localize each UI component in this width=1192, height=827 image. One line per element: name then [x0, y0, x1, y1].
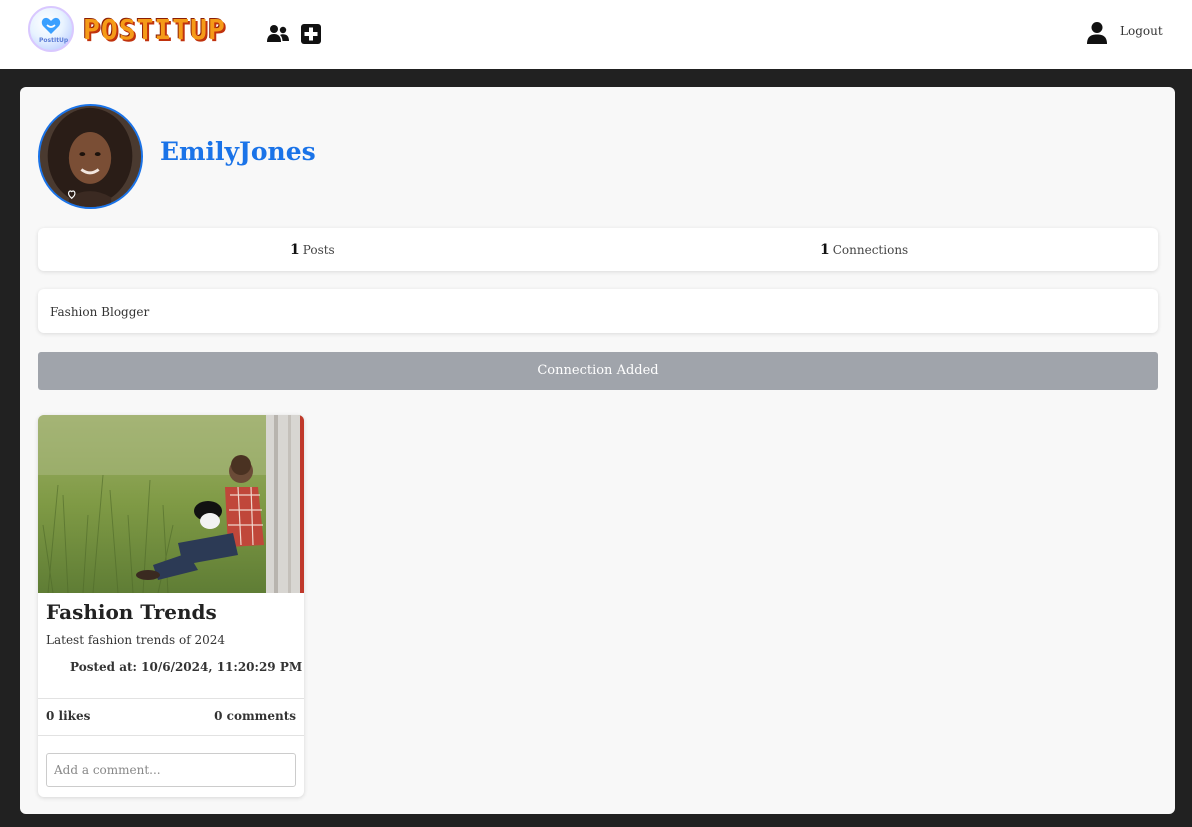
post-title[interactable]: Fashion Trends [46, 600, 217, 624]
avatar [38, 104, 143, 209]
posts-count: 1 [290, 242, 300, 258]
posts-stat[interactable]: 1 Posts [290, 242, 335, 258]
user-icon[interactable] [1086, 21, 1108, 45]
logo-small-text: PostItUp [39, 37, 69, 44]
heart-logo-icon [41, 17, 61, 34]
divider [38, 735, 304, 736]
connections-label: Connections [832, 243, 909, 257]
logo[interactable]: PostItUp [28, 6, 74, 52]
users-icon[interactable] [266, 23, 290, 45]
profile-stats: 1 Posts 1 Connections [38, 228, 1158, 271]
profile-username: EmilyJones [160, 137, 316, 166]
post-description: Latest fashion trends of 2024 [46, 633, 225, 647]
connections-stat[interactable]: 1 Connections [820, 242, 908, 258]
profile-bio: Fashion Blogger [38, 289, 1158, 333]
brand-name[interactable]: POSTITUP [83, 13, 226, 46]
navbar: PostItUp POSTITUP Logout [0, 0, 1192, 69]
comments-count[interactable]: 0 comments [214, 709, 296, 723]
logout-link[interactable]: Logout [1120, 24, 1163, 38]
plus-square-icon[interactable] [299, 23, 323, 45]
connections-count: 1 [820, 242, 830, 258]
connection-added-button[interactable]: Connection Added [38, 352, 1158, 390]
post-timestamp: Posted at: 10/6/2024, 11:20:29 PM [70, 660, 303, 674]
post-card: Fashion Trends Latest fashion trends of … [38, 415, 304, 797]
bio-text: Fashion Blogger [50, 305, 150, 319]
profile-card: EmilyJones 1 Posts 1 Connections Fashion B… [20, 87, 1175, 814]
divider [38, 698, 304, 699]
comment-input[interactable] [46, 753, 296, 787]
posts-label: Posts [302, 243, 335, 257]
post-image[interactable] [38, 415, 304, 593]
likes-count[interactable]: 0 likes [46, 709, 90, 723]
